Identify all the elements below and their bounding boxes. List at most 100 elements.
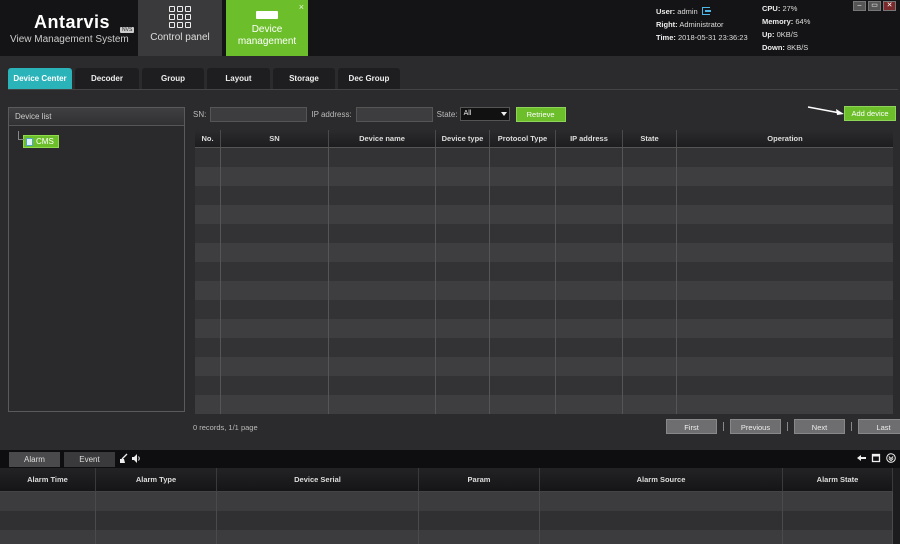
table-cell (195, 243, 221, 262)
table-cell (217, 492, 419, 511)
table-row[interactable] (0, 492, 900, 511)
alarm-scrollbar[interactable] (893, 468, 900, 544)
column-header-device-type[interactable]: Device type (436, 130, 490, 147)
table-cell (623, 319, 677, 338)
table-row[interactable] (195, 376, 893, 395)
device-icon (256, 11, 278, 19)
table-cell (556, 395, 623, 414)
broom-icon[interactable] (119, 453, 129, 464)
table-cell (96, 492, 217, 511)
control-panel-label: Control panel (150, 32, 210, 43)
table-row[interactable] (195, 167, 893, 186)
table-cell (623, 205, 677, 224)
column-header-device-name[interactable]: Device name (329, 130, 436, 147)
table-row[interactable] (195, 357, 893, 376)
table-row[interactable] (195, 148, 893, 167)
column-header-alarm-source[interactable]: Alarm Source (540, 468, 783, 491)
add-device-button[interactable]: Add device (844, 106, 896, 121)
control-panel-tile[interactable]: Control panel (138, 0, 222, 56)
maximize-button[interactable]: ▭ (868, 1, 881, 11)
swap-arrows-icon[interactable] (856, 453, 866, 463)
records-summary: 0 records, 1/1 page (193, 423, 258, 432)
table-cell (677, 395, 893, 414)
logout-icon[interactable] (701, 7, 711, 15)
column-header-alarm-type[interactable]: Alarm Type (96, 468, 217, 491)
app-subtitle: View Management System (10, 34, 129, 45)
table-cell (436, 205, 490, 224)
next-page-button[interactable]: Next (794, 419, 845, 434)
collapse-icon[interactable] (886, 453, 896, 463)
table-cell (623, 376, 677, 395)
tab-storage[interactable]: Storage (273, 68, 335, 89)
table-row[interactable] (0, 530, 900, 544)
close-window-button[interactable]: ✕ (883, 1, 896, 11)
pager-divider (787, 422, 788, 431)
user-value: admin (677, 7, 698, 16)
table-row[interactable] (195, 395, 893, 414)
table-row[interactable] (195, 205, 893, 224)
tab-event[interactable]: Event (64, 452, 115, 467)
column-header-protocol-type[interactable]: Protocol Type (490, 130, 556, 147)
table-row[interactable] (195, 224, 893, 243)
table-cell (221, 300, 329, 319)
table-cell (195, 395, 221, 414)
memory-value: 64% (795, 17, 811, 26)
minimize-button[interactable]: – (853, 1, 866, 11)
table-row[interactable] (195, 186, 893, 205)
tab-layout[interactable]: Layout (207, 68, 270, 89)
ip-input[interactable] (355, 106, 433, 122)
state-select[interactable]: All (459, 107, 510, 121)
window-controls: – ▭ ✕ (853, 1, 896, 11)
column-header-state[interactable]: State (623, 130, 677, 147)
tab-divider (8, 89, 898, 90)
table-row[interactable] (195, 319, 893, 338)
column-header-alarm-state[interactable]: Alarm State (783, 468, 893, 491)
tab-alarm[interactable]: Alarm (9, 452, 60, 467)
column-header-alarm-time[interactable]: Alarm Time (0, 468, 96, 491)
device-management-tile[interactable]: × Device management (226, 0, 308, 56)
column-header-no[interactable]: No. (195, 130, 221, 147)
speaker-icon[interactable] (131, 453, 141, 464)
table-cell (195, 224, 221, 243)
table-cell (436, 262, 490, 281)
main-tabs: Device Center Decoder Group Layout Stora… (8, 68, 400, 89)
table-cell (623, 148, 677, 167)
state-label: State: (436, 109, 458, 119)
table-row[interactable] (195, 262, 893, 281)
alarm-table-body (0, 492, 900, 544)
device-management-label-line2: management (237, 36, 297, 47)
restore-icon[interactable] (871, 453, 881, 463)
table-cell (556, 357, 623, 376)
table-cell (217, 511, 419, 530)
table-row[interactable] (195, 243, 893, 262)
tab-group[interactable]: Group (142, 68, 204, 89)
column-header-ip-address[interactable]: IP address (556, 130, 623, 147)
previous-page-button[interactable]: Previous (730, 419, 781, 434)
table-row[interactable] (0, 511, 900, 530)
table-cell (195, 338, 221, 357)
tab-device-center[interactable]: Device Center (8, 68, 72, 89)
table-cell (419, 530, 540, 544)
table-cell (221, 224, 329, 243)
first-page-button[interactable]: First (666, 419, 717, 434)
table-cell (195, 167, 221, 186)
column-header-sn[interactable]: SN (221, 130, 329, 147)
column-header-device-serial[interactable]: Device Serial (217, 468, 419, 491)
tree-node-cms[interactable]: CMS (18, 131, 59, 148)
column-header-param[interactable]: Param (419, 468, 540, 491)
table-row[interactable] (195, 338, 893, 357)
table-row[interactable] (195, 281, 893, 300)
table-cell (436, 186, 490, 205)
sn-input[interactable] (210, 106, 308, 122)
tab-dec-group[interactable]: Dec Group (338, 68, 400, 89)
cms-node[interactable]: CMS (23, 135, 59, 148)
grid-icon (169, 6, 191, 28)
tab-decoder[interactable]: Decoder (75, 68, 139, 89)
retrieve-button[interactable]: Retrieve (515, 106, 566, 122)
table-row[interactable] (195, 300, 893, 319)
column-header-operation[interactable]: Operation (677, 130, 893, 147)
table-cell (419, 511, 540, 530)
up-label: Up: (762, 30, 775, 39)
close-icon[interactable]: × (299, 1, 304, 13)
last-page-button[interactable]: Last (858, 419, 900, 434)
